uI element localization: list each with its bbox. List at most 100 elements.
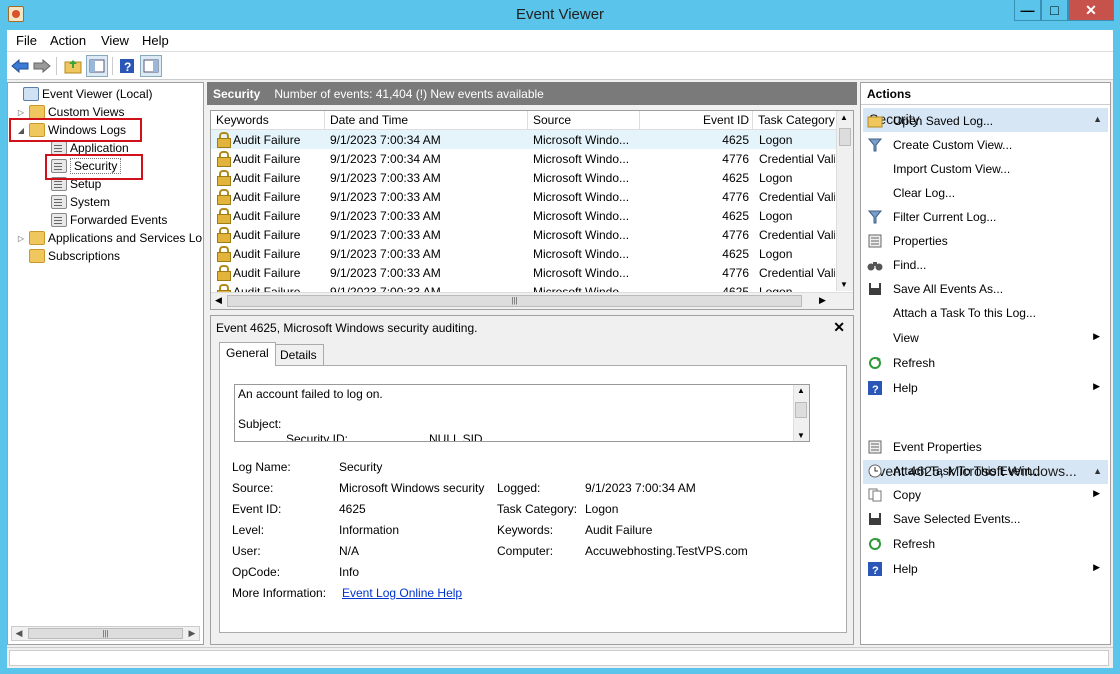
menu-help[interactable]: Help — [142, 33, 169, 48]
scroll-left-icon[interactable]: ◀ — [215, 295, 222, 306]
column-header-task-category[interactable]: Task Category — [758, 113, 835, 127]
action-attach-a-task-to-this-log[interactable]: Attach a Task To this Log... — [863, 302, 1108, 324]
column-header-keywords[interactable]: Keywords — [216, 113, 269, 127]
menu-action[interactable]: Action — [50, 33, 86, 48]
event-log-online-help-link[interactable]: Event Log Online Help — [342, 586, 462, 600]
expand-arrow-icon[interactable]: ▷ — [16, 108, 26, 117]
table-row[interactable]: Audit Failure 9/1/2023 7:00:33 AM Microsof… — [211, 187, 837, 206]
table-horizontal-scrollbar[interactable]: ◀ ||| ▶ — [211, 292, 853, 309]
keywords-value[interactable]: Audit Failure — [585, 523, 652, 537]
date-time-cell: 9/1/2023 7:00:34 AM — [330, 133, 441, 147]
tab-general[interactable]: General — [219, 342, 276, 366]
status-field — [9, 650, 1109, 666]
column-header-event-id[interactable]: Event ID — [703, 113, 749, 127]
action-open-saved-log[interactable]: Open Saved Log... — [863, 110, 1108, 132]
action-help[interactable]: ? Help ▶ — [863, 377, 1108, 399]
action-refresh[interactable]: Refresh — [863, 352, 1108, 374]
tree-item-subscriptions[interactable]: Subscriptions — [16, 247, 120, 265]
submenu-arrow-icon: ▶ — [1093, 488, 1100, 498]
scroll-thumb[interactable] — [839, 128, 851, 146]
table-row[interactable]: Audit Failure 9/1/2023 7:00:34 AM Microsof… — [211, 130, 837, 149]
action-view[interactable]: View ▶ — [863, 327, 1108, 349]
action-attach-task-to-this-event[interactable]: Attach Task To This Event... — [863, 460, 1108, 482]
more-information-label: More Information: — [232, 586, 327, 600]
keywords-cell: Audit Failure — [233, 228, 301, 242]
table-vertical-scrollbar[interactable]: ▲ ▼ — [836, 111, 853, 291]
table-header: Keywords Date and Time Source Event ID T… — [211, 111, 837, 130]
action-save-all-events-as[interactable]: Save All Events As... — [863, 278, 1108, 300]
log-name-value[interactable]: Security — [339, 460, 382, 474]
tree-horizontal-scrollbar[interactable]: ◀ ||| ▶ — [11, 626, 200, 641]
show-hide-console-tree-icon[interactable] — [86, 55, 108, 77]
table-row[interactable]: Audit Failure 9/1/2023 7:00:34 AM Microsof… — [211, 149, 837, 168]
scroll-down-icon[interactable]: ▼ — [797, 431, 805, 440]
date-time-cell: 9/1/2023 7:00:33 AM — [330, 190, 441, 204]
table-row[interactable]: Audit Failure 9/1/2023 7:00:33 AM Microsof… — [211, 263, 837, 282]
table-row[interactable]: Audit Failure 9/1/2023 7:00:33 AM Microsof… — [211, 244, 837, 263]
action-copy[interactable]: Copy ▶ — [863, 484, 1108, 506]
scroll-down-icon[interactable]: ▼ — [840, 280, 848, 289]
table-row[interactable]: Audit Failure 9/1/2023 7:00:33 AM Microsof… — [211, 206, 837, 225]
column-header-date-time[interactable]: Date and Time — [330, 113, 408, 127]
minimize-button[interactable]: — — [1014, 0, 1041, 21]
task-category-cell: Logon — [759, 247, 793, 261]
source-value[interactable]: Microsoft Windows security — [339, 481, 484, 495]
forward-arrow-icon[interactable] — [31, 55, 53, 77]
description-value: NULL SID — [429, 432, 483, 442]
scroll-up-icon[interactable]: ▲ — [840, 113, 848, 122]
table-row[interactable]: Audit Failure 9/1/2023 7:00:33 AM Microsof… — [211, 168, 837, 187]
task-category-value[interactable]: Logon — [585, 502, 618, 516]
menu-view[interactable]: View — [101, 33, 129, 48]
help-icon[interactable]: ? — [116, 55, 138, 77]
expand-arrow-icon[interactable]: ▷ — [16, 234, 26, 243]
table-row[interactable]: Audit Failure 9/1/2023 7:00:33 AM Microsof… — [211, 225, 837, 244]
tab-details[interactable]: Details — [273, 344, 324, 366]
tree-item-system[interactable]: System — [48, 193, 110, 211]
event-description[interactable]: An account failed to log on. Subject: Se… — [234, 384, 810, 442]
up-folder-icon[interactable] — [62, 55, 84, 77]
action-import-custom-view[interactable]: Import Custom View... — [863, 158, 1108, 180]
task-category-cell: Credential Vali — [759, 190, 835, 204]
user-value[interactable]: N/A — [339, 544, 359, 558]
opcode-value[interactable]: Info — [339, 565, 359, 579]
close-icon[interactable]: ✕ — [833, 319, 845, 336]
level-value[interactable]: Information — [339, 523, 399, 537]
action-create-custom-view[interactable]: Create Custom View... — [863, 134, 1108, 156]
description-scrollbar[interactable]: ▲ ▼ — [793, 385, 809, 441]
action-properties[interactable]: Properties — [863, 230, 1108, 252]
log-header: Security Number of events: 41,404 (!) Ne… — [207, 82, 857, 105]
highlight-box-windows-logs — [9, 118, 142, 142]
maximize-button[interactable]: □ — [1041, 0, 1068, 21]
column-header-source[interactable]: Source — [533, 113, 571, 127]
log-view-pane: Security Number of events: 41,404 (!) Ne… — [207, 82, 857, 645]
scroll-thumb[interactable]: ||| — [28, 628, 183, 639]
back-arrow-icon[interactable] — [9, 55, 31, 77]
computer-value[interactable]: Accuwebhosting.TestVPS.com — [585, 544, 748, 558]
tree-item-apps-services[interactable]: ▷ Applications and Services Lo — [16, 229, 202, 247]
action-clear-log[interactable]: Clear Log... — [863, 182, 1108, 204]
tree-item-forwarded-events[interactable]: Forwarded Events — [48, 211, 167, 229]
action-save-selected-events[interactable]: Save Selected Events... — [863, 508, 1108, 530]
action-find[interactable]: Find... — [863, 254, 1108, 276]
logged-value[interactable]: 9/1/2023 7:00:34 AM — [585, 481, 696, 495]
source-label: Source: — [232, 481, 274, 495]
tree-item-event-viewer-local[interactable]: Event Viewer (Local) — [10, 85, 153, 103]
event-id-value[interactable]: 4625 — [339, 502, 366, 516]
action-filter-current-log[interactable]: Filter Current Log... — [863, 206, 1108, 228]
tree-label: System — [70, 195, 111, 209]
keywords-cell: Audit Failure — [233, 266, 301, 280]
scroll-thumb[interactable]: ||| — [227, 295, 802, 307]
scroll-up-icon[interactable]: ▲ — [797, 386, 805, 395]
show-hide-action-pane-icon[interactable] — [140, 55, 162, 77]
scroll-left-icon[interactable]: ◀ — [12, 627, 26, 640]
scroll-right-icon[interactable]: ▶ — [819, 295, 826, 306]
scroll-right-icon[interactable]: ▶ — [185, 627, 199, 640]
save-disk-icon — [867, 281, 883, 297]
action-refresh[interactable]: Refresh — [863, 533, 1108, 555]
action-help[interactable]: ? Help ▶ — [863, 558, 1108, 580]
action-event-properties[interactable]: Event Properties — [863, 436, 1108, 458]
menu-file[interactable]: File — [16, 33, 37, 48]
close-button[interactable]: ✕ — [1068, 0, 1114, 21]
date-time-cell: 9/1/2023 7:00:33 AM — [330, 266, 441, 280]
scroll-thumb[interactable] — [795, 402, 807, 418]
